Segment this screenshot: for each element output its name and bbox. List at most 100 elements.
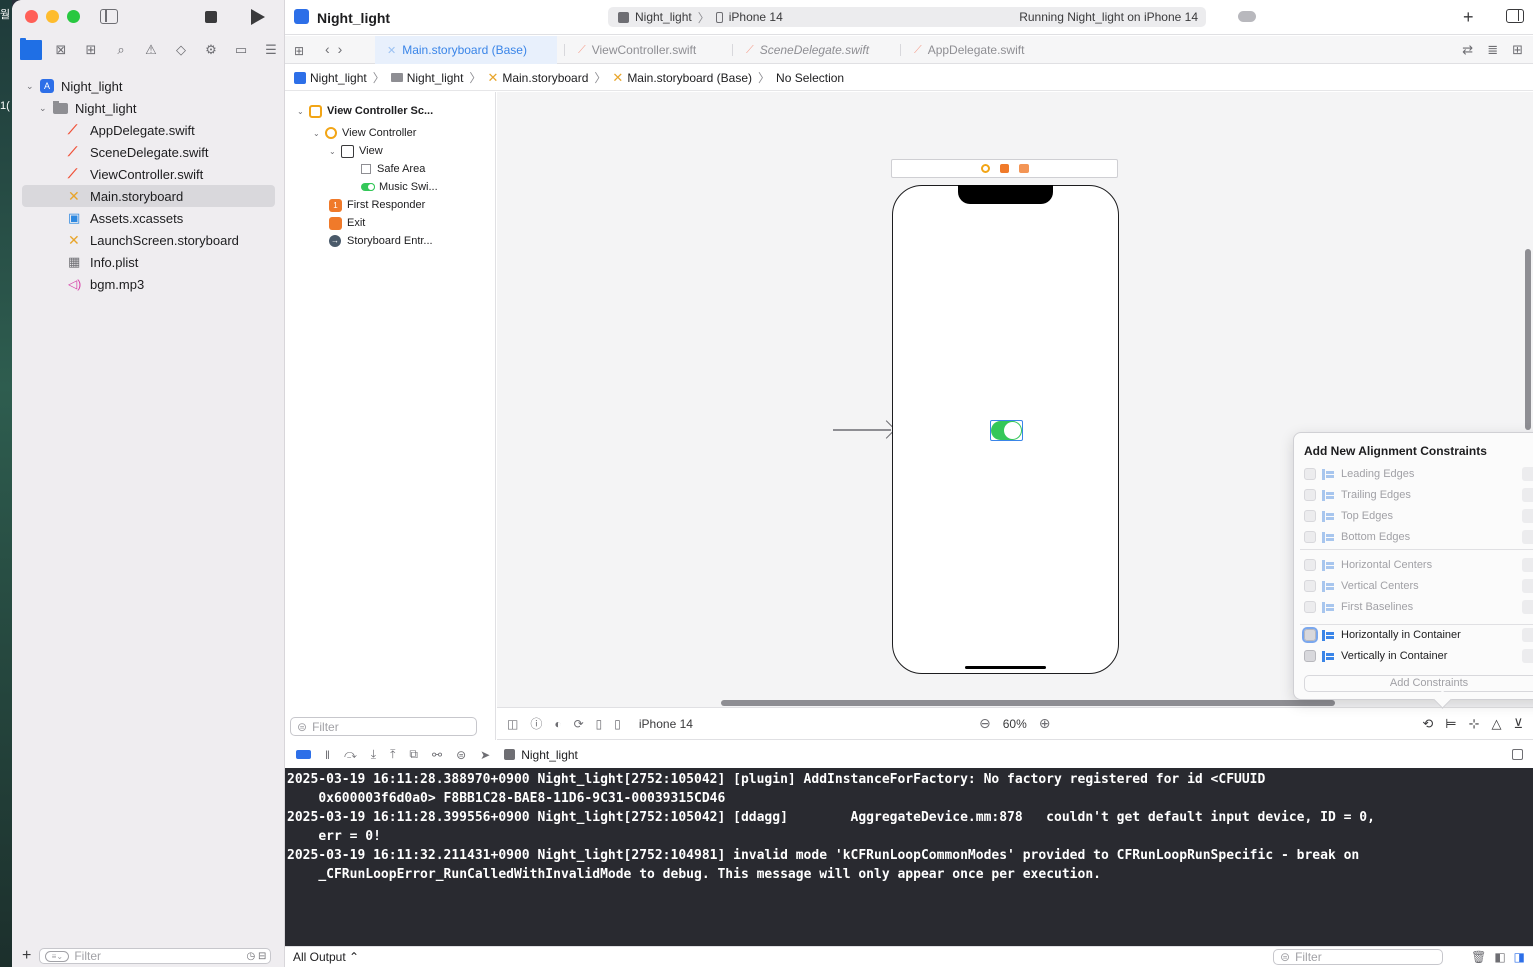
constraint-value-field[interactable] <box>1522 628 1533 642</box>
music-switch[interactable] <box>991 421 1022 440</box>
editor-options-icon[interactable]: ≣ <box>1487 42 1498 58</box>
accessibility-icon[interactable]: ⓘ <box>530 715 542 732</box>
pause-icon[interactable]: ‖ <box>325 748 330 762</box>
outline-item[interactable]: ⌄ View Controller <box>313 124 416 142</box>
sidebar-item[interactable]: ⟋ ViewController.swift <box>12 163 285 185</box>
zoom-out-icon[interactable]: ⊖ <box>979 715 991 732</box>
project-navigator-icon[interactable] <box>20 38 42 60</box>
exit-icon[interactable] <box>1018 164 1029 173</box>
zoom-in-icon[interactable]: ⊕ <box>1039 715 1051 732</box>
vertical-scrollbar[interactable] <box>1525 249 1531 430</box>
pin-icon[interactable]: ⊹ <box>1469 716 1480 732</box>
align-icon[interactable]: ⊨ <box>1445 716 1456 732</box>
console-output[interactable]: 2025-03-19 16:11:28.388970+0900 Night_li… <box>285 768 1533 946</box>
disclosure-chevron-icon[interactable]: ⌄ <box>26 81 36 92</box>
outline-item[interactable]: → Storyboard Entr... <box>329 232 433 250</box>
disclosure-chevron-icon[interactable]: ⌄ <box>313 129 325 138</box>
sidebar-item[interactable]: ⌄ Night_light <box>12 97 285 119</box>
scheme-device[interactable]: iPhone 14 <box>729 10 783 24</box>
breadcrumb-item[interactable]: No Selection <box>776 71 844 85</box>
environment-icon[interactable]: ⊜ <box>456 748 466 762</box>
cloud-icon[interactable] <box>1238 11 1256 22</box>
history-arrows[interactable]: ‹› <box>325 41 350 57</box>
outline-item[interactable]: Music Swi... <box>361 178 438 196</box>
test-icon[interactable]: ◇ <box>170 40 192 60</box>
sidebar-item[interactable]: ✕ LaunchScreen.storyboard <box>12 229 285 251</box>
source-control-icon[interactable]: ⊠ <box>50 40 72 60</box>
editor-tab[interactable]: ⟋ AppDelegate.swift <box>902 36 1052 64</box>
scheme-status-bar[interactable]: Night_light 〉 iPhone 14 Running Night_li… <box>608 7 1206 27</box>
phone-scene[interactable] <box>892 185 1119 674</box>
embed-icon[interactable]: ⊻ <box>1513 716 1523 732</box>
sidebar-item[interactable]: ⟋ AppDelegate.swift <box>12 119 285 141</box>
debug-icon[interactable]: ⚙ <box>200 40 222 60</box>
grid-icon[interactable]: ⊞ <box>294 44 304 58</box>
output-selector[interactable]: All Output ⌃ <box>285 950 359 964</box>
console-layout-icon[interactable] <box>1512 749 1523 760</box>
disclosure-chevron-icon[interactable]: ⌄ <box>297 107 309 116</box>
warning-icon[interactable]: ⚠ <box>140 40 162 60</box>
step-in-icon[interactable]: ⤓ <box>371 747 376 762</box>
view-controller-icon[interactable] <box>980 164 990 173</box>
sidebar-item[interactable]: ◁) bgm.mp3 <box>12 273 285 295</box>
outline-item[interactable]: Safe Area <box>361 160 425 178</box>
phone-icon[interactable]: ▯ <box>614 717 621 731</box>
console-view-icon[interactable]: ◨ <box>1514 950 1525 964</box>
update-frames-icon[interactable]: ⟲ <box>1422 716 1433 732</box>
location-icon[interactable]: ➤ <box>480 748 490 762</box>
constraint-checkbox[interactable] <box>1302 627 1318 643</box>
sidebar-item[interactable]: ⌄ A Night_light <box>12 75 285 97</box>
report-icon[interactable]: ☰ <box>260 40 282 60</box>
hierarchy-icon[interactable]: ⊞ <box>80 40 102 60</box>
breadcrumb-item[interactable]: Night_light <box>407 71 464 85</box>
debug-area-toggle-icon[interactable] <box>296 750 311 759</box>
sidebar-toggle-icon[interactable] <box>100 9 118 24</box>
sidebar-item[interactable]: ▣ Assets.xcassets <box>12 207 285 229</box>
editor-tab[interactable]: ✕ Main.storyboard (Base) <box>375 36 557 64</box>
outline-item[interactable]: Exit <box>329 214 365 232</box>
recent-files-icon[interactable]: ◷ ⊟ <box>246 951 266 962</box>
horizontal-scrollbar[interactable] <box>721 700 1335 706</box>
constraint-checkbox[interactable] <box>1304 650 1316 662</box>
breadcrumb-item[interactable]: Main.storyboard <box>502 71 588 85</box>
sidebar-item[interactable]: ✕ Main.storyboard <box>22 185 275 207</box>
editor-tab[interactable]: ⟋ ViewController.swift <box>566 36 726 64</box>
view-debugger-icon[interactable]: ⧉ <box>409 747 418 762</box>
breakpoint-icon[interactable]: ▭ <box>230 40 252 60</box>
add-constraints-button[interactable]: Add Constraints <box>1304 675 1533 692</box>
resolve-issues-icon[interactable]: △ <box>1491 716 1501 732</box>
outline-toggle-icon[interactable]: ◫ <box>507 717 518 731</box>
step-over-icon[interactable]: ⤼ <box>344 747 357 762</box>
device-frame-icon[interactable]: ▯ <box>596 717 603 731</box>
minimize-window-button[interactable] <box>46 10 59 23</box>
sidebar-item[interactable]: ⟋ SceneDelegate.swift <box>12 141 285 163</box>
run-icon[interactable] <box>251 9 265 25</box>
outline-item[interactable]: ⌄ View Controller Sc... <box>297 102 433 120</box>
variables-view-icon[interactable]: ◧ <box>1494 950 1505 964</box>
step-out-icon[interactable]: ⤒ <box>390 747 395 762</box>
inspector-toggle-icon[interactable] <box>1506 9 1524 23</box>
breadcrumb-item[interactable]: Main.storyboard (Base) <box>627 71 752 85</box>
disclosure-chevron-icon[interactable]: ⌄ <box>329 147 341 156</box>
device-selector[interactable]: iPhone 14 <box>639 717 693 731</box>
navigator-filter-input[interactable]: ≡⌄ Filter ◷ ⊟ <box>39 948 272 964</box>
orientation-icon[interactable]: ⟳ <box>574 717 584 731</box>
swap-icon[interactable]: ⇄ <box>1462 42 1473 58</box>
constraint-option[interactable]: Horizontally in Container <box>1302 626 1533 644</box>
first-responder-icon[interactable] <box>999 164 1009 173</box>
outline-item[interactable]: 1 First Responder <box>329 196 425 214</box>
outline-item[interactable]: ⌄ View <box>329 142 383 160</box>
trash-icon[interactable]: 🗑 <box>1471 950 1486 964</box>
appearance-icon[interactable]: ◐ <box>554 717 561 731</box>
console-filter-input[interactable]: ⊜ Filter <box>1273 949 1443 965</box>
breadcrumb-item[interactable]: Night_light <box>310 71 367 85</box>
editor-tab[interactable]: ⟋ SceneDelegate.swift <box>734 36 894 64</box>
scene-dock[interactable] <box>891 159 1118 178</box>
filter-options-icon[interactable]: ≡⌄ <box>45 950 70 962</box>
outline-filter-input[interactable]: ⊜ Filter <box>290 717 477 736</box>
entry-point-arrow[interactable] <box>833 429 891 431</box>
close-window-button[interactable] <box>25 10 38 23</box>
library-plus-button[interactable]: + <box>1463 7 1474 28</box>
search-icon[interactable]: ⌕ <box>110 40 132 60</box>
memory-graph-icon[interactable]: ⚯ <box>432 748 442 762</box>
